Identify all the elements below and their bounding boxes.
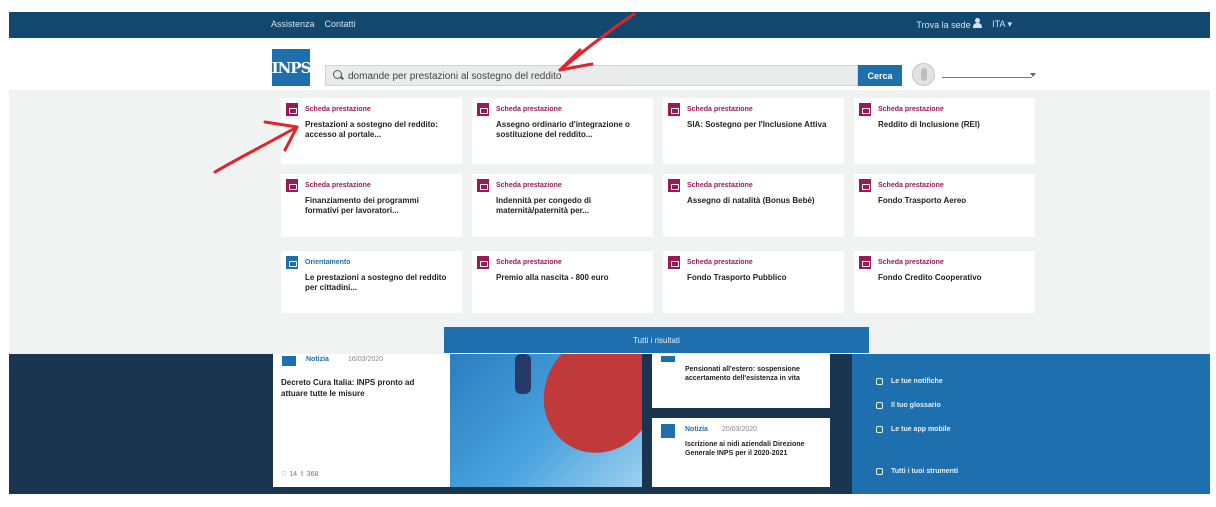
result-kind: Scheda prestazione: [496, 182, 562, 189]
chevron-down-icon: [1030, 73, 1036, 77]
search-button[interactable]: Cerca: [858, 65, 902, 86]
search-input[interactable]: [348, 68, 848, 84]
document-icon: [477, 256, 489, 269]
news-card[interactable]: Notizia 20/03/2020 Iscrizione ai nidi az…: [652, 418, 830, 487]
result-card[interactable]: Scheda prestazione Indennità per congedo…: [472, 174, 653, 237]
result-kind: Scheda prestazione: [305, 182, 371, 189]
tool-mobile-app[interactable]: Le tue app mobile: [876, 426, 951, 433]
search-box: [325, 65, 858, 86]
result-kind: Scheda prestazione: [496, 106, 562, 113]
result-title: Finanziamento dei programmi formativi pe…: [305, 196, 419, 215]
result-title: Fondo Trasporto Aereo: [878, 196, 967, 205]
tool-label: Le tue app mobile: [891, 426, 951, 433]
result-kind: Scheda prestazione: [878, 106, 944, 113]
result-card[interactable]: Scheda prestazione Reddito di Inclusione…: [854, 98, 1035, 164]
tools-panel: Le tue notifiche Il tuo glossario Le tue…: [852, 354, 1210, 494]
document-icon: [668, 256, 680, 269]
result-card[interactable]: Scheda prestazione Assegno di natalità (…: [663, 174, 844, 237]
result-kind: Scheda prestazione: [496, 259, 562, 266]
result-title: Reddito di Inclusione (REI): [878, 120, 980, 129]
news-title: Decreto Cura Italia: INPS pronto ad attu…: [281, 378, 415, 398]
result-title: Fondo Credito Cooperativo: [878, 273, 982, 282]
news-card[interactable]: Notizia 16/03/2020 Decreto Cura Italia: …: [273, 354, 450, 487]
result-kind: Scheda prestazione: [687, 182, 753, 189]
contatti-link[interactable]: Contatti: [325, 19, 356, 29]
cape-shape: [522, 354, 642, 474]
result-title: SIA: Sostegno per l'Inclusione Attiva: [687, 120, 827, 129]
result-kind: Scheda prestazione: [878, 182, 944, 189]
news-icon: [661, 424, 675, 438]
result-card[interactable]: Scheda prestazione SIA: Sostegno per l'I…: [663, 98, 844, 164]
result-card[interactable]: Orientamento Le prestazioni a sostegno d…: [281, 251, 462, 313]
result-kind: Scheda prestazione: [687, 259, 753, 266]
assistenza-link[interactable]: Assistenza: [271, 19, 315, 29]
all-results-button[interactable]: Tutti i risultati: [444, 327, 869, 353]
figure-shape: [515, 354, 531, 394]
result-card[interactable]: Scheda prestazione Finanziamento dei pro…: [281, 174, 462, 237]
result-title: Le prestazioni a sostegno del reddito pe…: [305, 273, 447, 292]
avatar[interactable]: [912, 63, 935, 86]
news-icon: [661, 356, 675, 362]
language-selector[interactable]: ITA ▾: [992, 19, 1012, 30]
result-title: Fondo Trasporto Pubblico: [687, 273, 787, 282]
result-card[interactable]: Scheda prestazione Assegno ordinario d'i…: [472, 98, 653, 164]
result-kind: Scheda prestazione: [687, 106, 753, 113]
news-icon: [282, 356, 296, 366]
hero-illustration: [450, 354, 642, 487]
news-date: 20/03/2020: [722, 426, 758, 433]
result-title: Premio alla nascita - 800 euro: [496, 273, 609, 282]
all-tools-link[interactable]: Tutti i tuoi strumenti: [876, 468, 958, 475]
news-meta: ♡ 14 ⇧ 368: [281, 471, 319, 478]
user-icon: [973, 18, 983, 28]
news-tag: Notizia: [685, 426, 708, 433]
document-icon: [286, 179, 298, 192]
result-title: Prestazioni a sostegno del reddito: acce…: [305, 120, 438, 139]
result-card[interactable]: Scheda prestazione Prestazioni a sostegn…: [281, 98, 462, 164]
result-kind: Orientamento: [305, 259, 351, 266]
result-card[interactable]: Scheda prestazione Fondo Trasporto Pubbl…: [663, 251, 844, 313]
document-icon: [477, 179, 489, 192]
result-title: Assegno di natalità (Bonus Bebè): [687, 196, 815, 205]
document-icon: [859, 103, 871, 116]
result-card[interactable]: Scheda prestazione Fondo Trasporto Aereo: [854, 174, 1035, 237]
news-date: 16/03/2020: [348, 356, 384, 363]
tool-glossary[interactable]: Il tuo glossario: [876, 402, 941, 409]
result-kind: Scheda prestazione: [878, 259, 944, 266]
document-icon: [859, 256, 871, 269]
search-icon: [333, 70, 343, 80]
news-title: Pensionati all'estero: sospensione accer…: [685, 366, 800, 382]
bell-icon: [876, 378, 883, 385]
document-icon: [859, 179, 871, 192]
document-icon: [668, 179, 680, 192]
find-office-link[interactable]: Trova la sede: [916, 18, 983, 30]
news-card[interactable]: Pensionati all'estero: sospensione accer…: [652, 354, 830, 408]
login-dropdown[interactable]: [942, 77, 1032, 78]
inps-logo[interactable]: INPS: [272, 49, 311, 86]
document-icon: [668, 103, 680, 116]
document-icon: [477, 103, 489, 116]
compass-icon: [286, 256, 298, 269]
result-card[interactable]: Scheda prestazione Fondo Credito Coopera…: [854, 251, 1035, 313]
document-icon: [286, 103, 298, 116]
book-icon: [876, 402, 883, 409]
result-card[interactable]: Scheda prestazione Premio alla nascita -…: [472, 251, 653, 313]
result-kind: Scheda prestazione: [305, 106, 371, 113]
top-bar: Assistenza Contatti Trova la sede ITA ▾: [9, 12, 1210, 38]
gear-icon: [876, 468, 883, 475]
all-tools-label: Tutti i tuoi strumenti: [891, 468, 959, 475]
tool-label: Le tue notifiche: [891, 378, 943, 385]
result-title: Indennità per congedo di maternità/pater…: [496, 196, 592, 215]
news-tag: Notizia: [306, 356, 329, 363]
tool-notifications[interactable]: Le tue notifiche: [876, 378, 943, 385]
find-office-label: Trova la sede: [916, 20, 971, 30]
result-title: Assegno ordinario d'integrazione o sosti…: [496, 120, 630, 139]
news-title: Iscrizione ai nidi aziendali Direzione G…: [685, 441, 805, 457]
tool-label: Il tuo glossario: [891, 402, 941, 409]
phone-icon: [876, 426, 883, 433]
